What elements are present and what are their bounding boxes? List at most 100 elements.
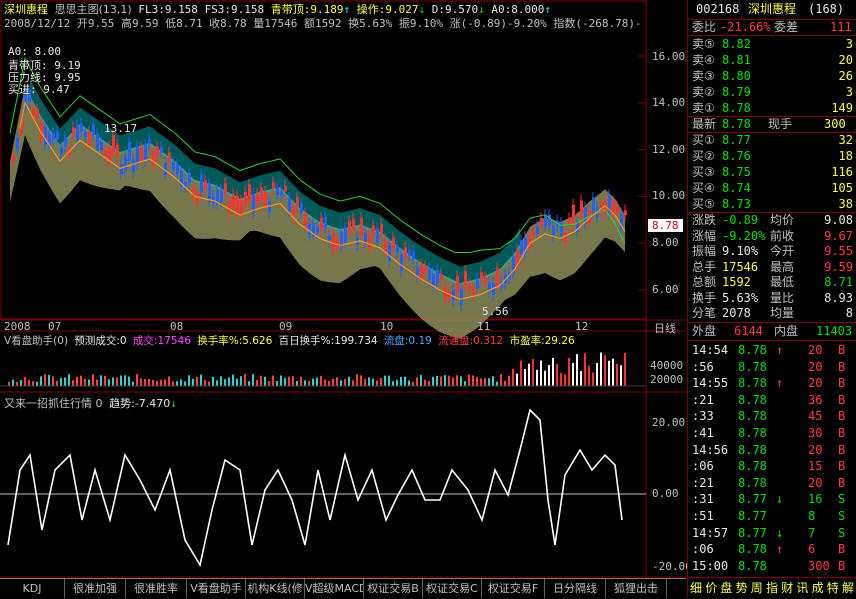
volume-bar: [348, 376, 350, 386]
tab-jigou-kxian[interactable]: 机构K线(修: [246, 579, 305, 598]
tab-quanzheng-f[interactable]: 权证交易F: [482, 579, 545, 598]
candle-body: [240, 200, 243, 215]
quote-title: 002168 深圳惠程 (168): [688, 1, 856, 17]
tab-kdj[interactable]: KDJ: [0, 579, 65, 598]
stat-value: 9.10%: [722, 244, 759, 258]
tick-arrow: ↓: [776, 525, 784, 540]
volume-bar: [156, 380, 158, 386]
tab-quanzheng-b[interactable]: 权证交易B: [364, 579, 423, 598]
stat-value: 1592: [722, 275, 751, 289]
tab-quanzheng-c[interactable]: 权证交易C: [423, 579, 482, 598]
tab-v-macd[interactable]: V超级MACD: [305, 579, 364, 598]
buy-level-row: 买① 8.77 32: [688, 132, 856, 148]
volume-bar: [620, 365, 622, 386]
time-tick: 10: [380, 320, 394, 333]
chengjiao-value: 成交:17546: [132, 335, 191, 347]
volume-bar: [164, 379, 166, 386]
quote-tab[interactable]: 解: [842, 580, 854, 596]
candle-body: [176, 164, 179, 175]
sell-price: 8.82: [722, 37, 751, 51]
volume-bar: [48, 374, 50, 386]
candle-body: [88, 131, 91, 146]
quote-tab[interactable]: 盘: [720, 580, 732, 596]
candle-body: [164, 162, 167, 176]
period-label[interactable]: 日线: [654, 320, 676, 336]
tick-side: B: [838, 359, 846, 374]
candle-body: [104, 150, 107, 157]
tick-price: 8.78: [738, 475, 767, 490]
volume-bar: [612, 358, 614, 386]
volume-bar: [196, 376, 198, 386]
chart-area[interactable]: 深圳惠程 思思主图(13,1) FL3:9.158 FS3:9.158 青带顶:…: [0, 0, 692, 578]
kline-chart[interactable]: [0, 0, 686, 578]
sell-price: 8.81: [722, 53, 751, 67]
quote-tab[interactable]: 指: [766, 580, 778, 596]
volume-bar: [168, 376, 170, 386]
quote-tab[interactable]: 成: [812, 580, 824, 596]
candle-body: [32, 108, 35, 116]
volume-bar: [584, 353, 586, 386]
tab-huli-chuji[interactable]: 狐狸出击: [606, 579, 667, 598]
volume-bar: [368, 377, 370, 386]
tick-arrow: ↓: [776, 492, 784, 507]
volume-bar: [608, 360, 610, 386]
sell-level-label: 卖③: [692, 69, 715, 83]
candle-body: [480, 272, 483, 280]
volume-bar: [260, 375, 262, 386]
stat-label: 均价: [770, 213, 795, 227]
volume-bar: [72, 380, 74, 386]
volume-bar: [136, 374, 138, 386]
volume-bar: [528, 363, 530, 386]
weibi-row: 委比 -21.66% 委差 111: [692, 20, 852, 34]
sell-level-row: 卖① 8.78 149: [688, 100, 856, 116]
candle-body: [232, 194, 235, 209]
quote-tab[interactable]: 周: [751, 580, 763, 596]
volume-bar: [572, 362, 574, 386]
stock-code: 002168: [696, 2, 740, 16]
candle-body: [12, 155, 15, 162]
sell-level-label: 卖④: [692, 53, 715, 67]
quote-tab[interactable]: 价: [705, 580, 717, 596]
stat-label: 总额: [692, 275, 717, 289]
volume-bar: [420, 375, 422, 386]
quote-tab[interactable]: 财: [781, 580, 793, 596]
sell-level-row: 卖② 8.79 3: [688, 84, 856, 100]
sell-level-row: 卖④ 8.81 20: [688, 52, 856, 68]
volume-bar: [104, 375, 106, 386]
volume-bar: [464, 381, 466, 386]
candle-body: [308, 223, 311, 236]
stat-label: 最低: [770, 275, 795, 289]
buy-level-label: 买⑤: [692, 197, 715, 211]
quote-tab[interactable]: 特: [827, 580, 839, 596]
volume-bar: [488, 378, 490, 386]
tick-arrow: ↑: [776, 343, 784, 357]
tick-price: 8.78: [738, 459, 767, 474]
tab-v-kanpan[interactable]: V看盘助手: [187, 579, 246, 598]
tick-time: :51: [692, 509, 714, 523]
tab-henzhun-jiaqiang[interactable]: 很准加强: [65, 579, 126, 598]
candle-body: [276, 187, 279, 196]
volume-bar: [472, 375, 474, 386]
peak-price-label: 13.17: [104, 122, 138, 135]
buy-price: 8.77: [722, 133, 751, 147]
volume-bar: [40, 376, 42, 386]
quote-tab[interactable]: 讯: [796, 580, 808, 596]
time-tick: 11: [477, 320, 491, 333]
buy-price: 8.74: [722, 181, 751, 195]
candle-body: [464, 271, 467, 287]
stat-row: 涨幅 -9.20% 前收 9.67: [688, 228, 856, 244]
tick-time: 14:56: [692, 442, 729, 457]
tab-henzhun-shenglv[interactable]: 很准胜率: [126, 579, 187, 598]
candle-body: [228, 200, 231, 215]
quote-tab[interactable]: 细: [690, 580, 702, 596]
candle-body: [212, 196, 215, 204]
candle-body: [420, 264, 423, 281]
tick-volume: 36: [808, 392, 823, 407]
candle-body: [324, 216, 327, 228]
volume-bar: [44, 374, 46, 386]
tab-rifenge[interactable]: 日分隔线: [545, 579, 606, 598]
volume-bar: [440, 376, 442, 386]
volume-bar: [172, 381, 174, 386]
candle-body: [56, 131, 59, 140]
quote-tab[interactable]: 势: [736, 580, 748, 596]
